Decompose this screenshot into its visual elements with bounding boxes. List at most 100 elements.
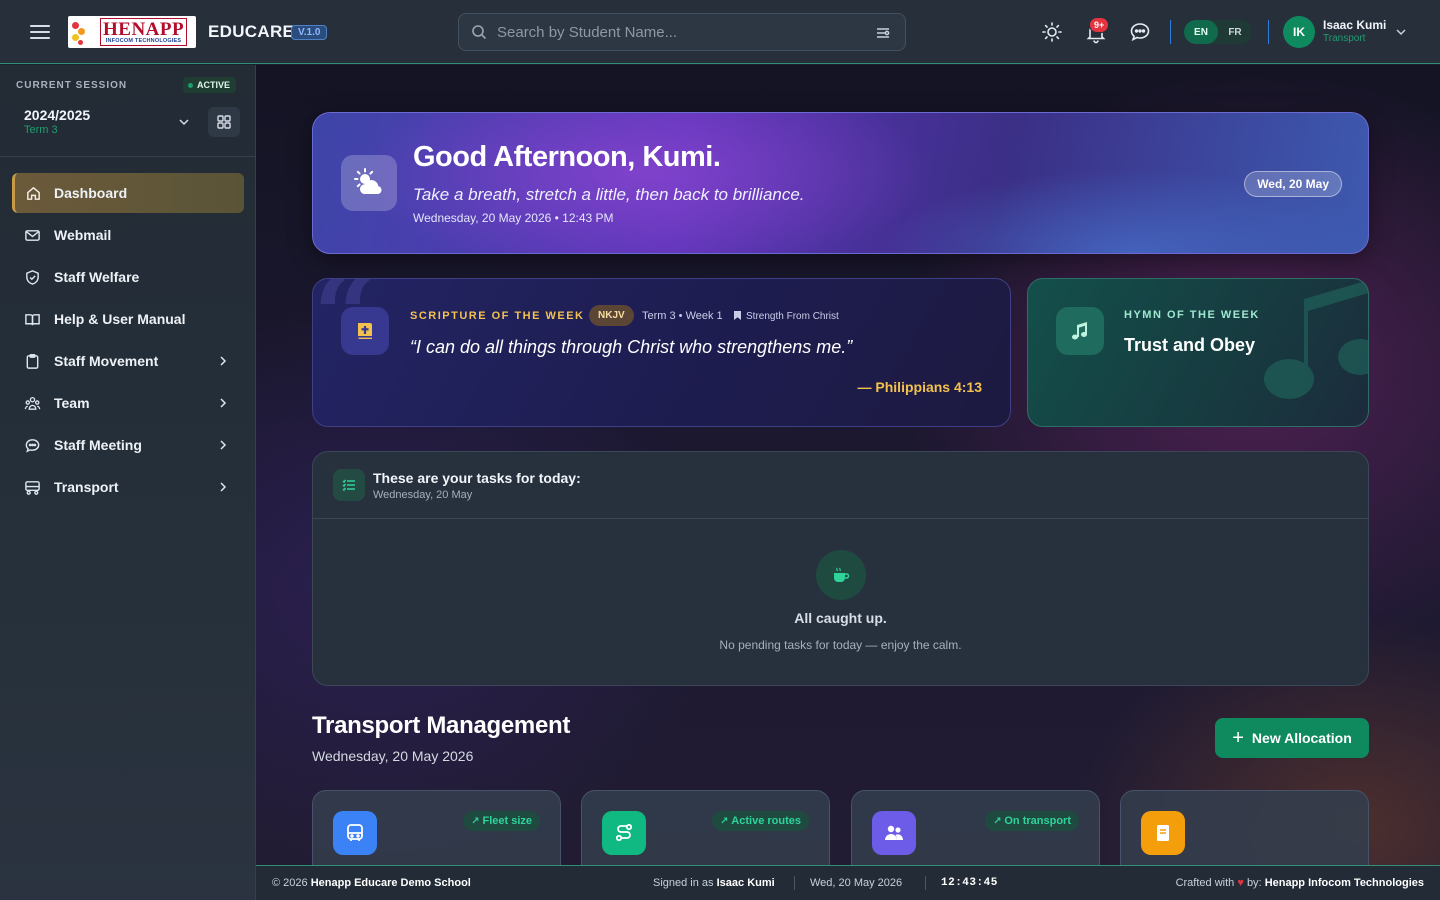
tasks-header: These are your tasks for today: Wednesda… (313, 452, 1368, 519)
tasks-title: These are your tasks for today: (373, 470, 581, 486)
sidebar-item-label: Webmail (54, 227, 112, 243)
home-icon (27, 186, 40, 200)
henapp-logo: HENAPP INFOCOM TECHNOLOGIES (68, 16, 196, 48)
chevron-down-icon[interactable] (1394, 25, 1408, 39)
main-content: Good Afternoon, Kumi. Take a breath, str… (256, 65, 1440, 865)
new-allocation-label: New Allocation (1251, 730, 1352, 746)
users-icon (872, 811, 916, 855)
sidebar-item-help[interactable]: Help & User Manual (12, 299, 244, 339)
sidebar-item-staff-welfare[interactable]: Staff Welfare (12, 257, 244, 297)
logo-tagline: INFOCOM TECHNOLOGIES (105, 37, 182, 44)
music-icon (1056, 307, 1104, 355)
plus-icon: + (1232, 727, 1244, 749)
sidebar-item-label: Dashboard (54, 185, 128, 201)
top-bar: HENAPP INFOCOM TECHNOLOGIES EDUCARE V.1.… (0, 0, 1440, 64)
bible-icon (341, 307, 389, 355)
stat-card-fleet[interactable]: Fleet size (312, 790, 561, 865)
filter-icon[interactable] (875, 25, 891, 41)
sidebar-item-transport[interactable]: Transport (12, 467, 244, 507)
scripture-card: “ SCRIPTURE OF THE WEEK NKJV Term 3 • We… (312, 278, 1011, 427)
search-input[interactable] (497, 23, 857, 41)
language-en[interactable]: EN (1184, 20, 1218, 44)
book-icon (25, 314, 40, 326)
heart-icon: ♥ (1237, 877, 1244, 889)
stat-tag: Fleet size (463, 811, 540, 831)
section-date: Wednesday, 20 May 2026 (312, 748, 474, 764)
version-badge: V.1.0 (291, 25, 328, 40)
grid-button[interactable] (208, 107, 240, 137)
coffee-icon (816, 550, 866, 600)
logo-mark-icon (68, 16, 98, 48)
grid-icon (217, 115, 231, 129)
hymn-card: HYMN OF THE WEEK Trust and Obey (1027, 278, 1369, 427)
document-icon (1141, 811, 1185, 855)
empty-state-title: All caught up. (794, 610, 887, 626)
footer-company: Henapp Infocom Technologies (1264, 877, 1424, 889)
sun-icon[interactable] (1040, 20, 1064, 44)
logo-wordmark: HENAPP (103, 18, 185, 40)
sidebar: CURRENT SESSION ACTIVE 2024/2025 Term 3 … (0, 65, 256, 900)
mail-icon (25, 230, 40, 241)
sidebar-item-staff-meeting[interactable]: Staff Meeting (12, 425, 244, 465)
sidebar-item-label: Help & User Manual (54, 311, 186, 327)
avatar[interactable]: IK (1283, 16, 1315, 48)
sidebar-item-label: Team (54, 395, 90, 411)
clipboard-icon (26, 353, 39, 369)
sidebar-item-label: Staff Welfare (54, 269, 140, 285)
chevron-right-icon (220, 440, 227, 450)
footer-school: Henapp Educare Demo School (310, 877, 471, 889)
scripture-reference: — Philippians 4:13 (857, 379, 982, 395)
chat-icon (25, 439, 40, 453)
date-pill: Wed, 20 May (1244, 171, 1342, 197)
chat-icon[interactable] (1128, 20, 1152, 44)
sidebar-item-label: Staff Meeting (54, 437, 142, 453)
chevron-right-icon (220, 398, 227, 408)
sidebar-item-team[interactable]: Team (12, 383, 244, 423)
footer-copyright: © 2026 (272, 877, 308, 889)
status-badge: ACTIVE (183, 77, 237, 93)
sidebar-item-webmail[interactable]: Webmail (12, 215, 244, 255)
menu-icon[interactable] (28, 22, 52, 42)
sidebar-item-dashboard[interactable]: Dashboard (12, 173, 244, 213)
music-note-icon (1264, 280, 1368, 399)
footer-crafted-by: by: (1246, 877, 1262, 889)
user-role: Transport (1323, 33, 1366, 44)
tasks-date: Wednesday, 20 May (373, 489, 473, 501)
new-allocation-button[interactable]: + New Allocation (1215, 718, 1369, 758)
bus-icon (333, 811, 377, 855)
hymn-label: HYMN OF THE WEEK (1124, 309, 1260, 321)
divider (794, 876, 795, 890)
greeting-datetime: Wednesday, 20 May 2026 • 12:43 PM (413, 211, 614, 225)
app-title: EDUCARE (208, 22, 295, 41)
session-term: Term 3 (24, 124, 58, 136)
chevron-right-icon (220, 356, 227, 366)
user-name[interactable]: Isaac Kumi (1323, 18, 1386, 32)
route-icon (25, 481, 40, 495)
chevron-down-icon[interactable] (177, 115, 191, 129)
section-title: Transport Management (312, 712, 571, 739)
greeting-banner: Good Afternoon, Kumi. Take a breath, str… (312, 112, 1369, 254)
scripture-text: “I can do all things through Christ who … (410, 337, 853, 357)
route-icon (602, 811, 646, 855)
footer-signed-in-label: Signed in as (653, 877, 714, 889)
stat-card-on-transport[interactable]: On transport (851, 790, 1100, 865)
search-icon (472, 25, 487, 40)
footer-clock: 12:43:45 (941, 877, 998, 889)
stat-card-routes[interactable]: Active routes (581, 790, 830, 865)
language-switch: EN FR (1184, 20, 1252, 44)
greeting-subtitle: Take a breath, stretch a little, then ba… (413, 185, 805, 204)
sidebar-item-staff-movement[interactable]: Staff Movement (12, 341, 244, 381)
session-panel: CURRENT SESSION ACTIVE 2024/2025 Term 3 (0, 65, 255, 157)
checklist-icon (333, 469, 365, 501)
session-year[interactable]: 2024/2025 (24, 107, 90, 123)
divider (925, 876, 926, 890)
team-icon (24, 396, 41, 410)
session-label: CURRENT SESSION (16, 80, 128, 91)
search-bar (458, 13, 906, 51)
scripture-label: SCRIPTURE OF THE WEEK (410, 310, 585, 322)
language-fr[interactable]: FR (1218, 20, 1252, 44)
divider (1170, 20, 1171, 44)
footer-crafted-label: Crafted with (1175, 877, 1235, 889)
stat-card-documents[interactable] (1120, 790, 1369, 865)
sidebar-item-label: Staff Movement (54, 353, 159, 369)
